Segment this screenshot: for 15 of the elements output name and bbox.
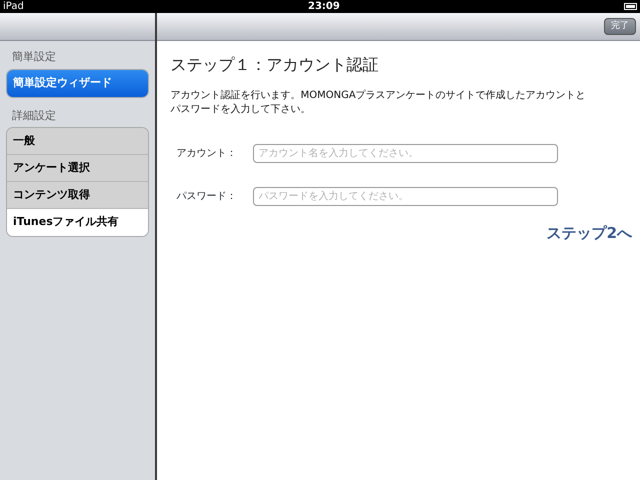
battery-icon — [624, 3, 637, 10]
sidebar-item[interactable]: iTunesファイル共有 — [7, 209, 148, 236]
device-name: iPad — [3, 0, 24, 13]
field-label: アカウント： — [176, 147, 238, 161]
input-field[interactable]: パスワードを入力してください。 — [252, 187, 558, 206]
section-header: 簡単設定 — [11, 49, 57, 65]
sidebar-item[interactable]: 簡単設定ウィザード — [7, 70, 148, 96]
field-label: パスワード： — [176, 190, 238, 204]
input-field[interactable]: アカウント名を入力してください。 — [252, 144, 558, 163]
clock: 23:09 — [308, 0, 340, 13]
next-step-link[interactable]: ステップ2へ — [546, 222, 632, 244]
done-button[interactable]: 完了 — [604, 18, 636, 36]
section-header: 詳細設定 — [11, 108, 57, 124]
description: アカウント認証を行います。MOMONGAプラスアンケートのサイトで作成したアカウントとパスワードを入力して下さい。 — [170, 89, 587, 116]
page-title: ステップ１：アカウント認証 — [170, 54, 380, 76]
